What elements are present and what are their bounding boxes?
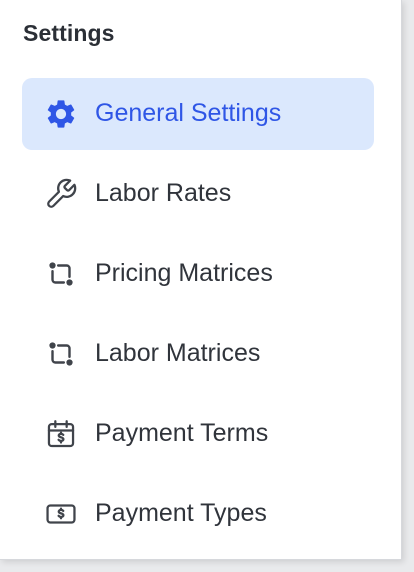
settings-panel: Settings General Settings Labor Rates Pr… — [0, 0, 402, 560]
nav-item-pricing-matrices[interactable]: Pricing Matrices — [22, 238, 374, 310]
nav-item-general-settings[interactable]: General Settings — [22, 78, 374, 150]
nav-label-payment-terms: Payment Terms — [95, 418, 269, 447]
matrix-icon — [44, 337, 78, 371]
calendar-dollar-icon — [44, 417, 78, 451]
gear-icon — [44, 97, 78, 131]
nav-item-labor-matrices[interactable]: Labor Matrices — [22, 318, 374, 390]
nav-item-payment-types[interactable]: Payment Types — [22, 478, 374, 550]
matrix-icon — [44, 257, 78, 291]
settings-nav: General Settings Labor Rates Pricing Mat… — [22, 78, 374, 558]
wrench-icon — [44, 177, 78, 211]
nav-item-labor-rates[interactable]: Labor Rates — [22, 158, 374, 230]
nav-label-payment-types: Payment Types — [95, 498, 267, 527]
nav-label-labor-rates: Labor Rates — [95, 178, 232, 207]
nav-label-pricing-matrices: Pricing Matrices — [95, 258, 273, 287]
nav-item-payment-terms[interactable]: Payment Terms — [22, 398, 374, 470]
nav-label-general-settings: General Settings — [95, 98, 282, 127]
settings-heading: Settings — [23, 20, 115, 46]
banknote-icon — [44, 497, 78, 531]
nav-label-labor-matrices: Labor Matrices — [95, 338, 261, 367]
